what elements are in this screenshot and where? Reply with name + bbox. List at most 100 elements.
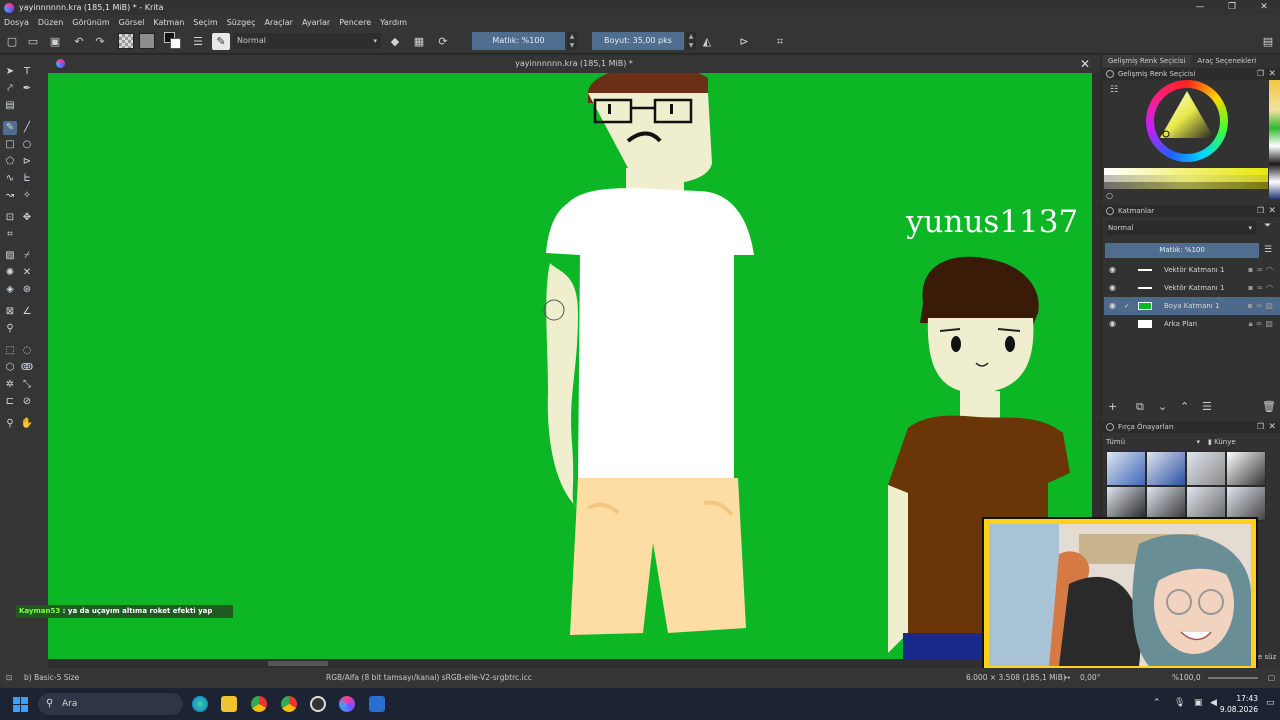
menu-image[interactable]: Görsel bbox=[119, 18, 145, 27]
size-slider[interactable]: Boyut: 35,00 pks ▲ ▼ bbox=[592, 32, 696, 50]
menu-file[interactable]: Dosya bbox=[4, 18, 29, 27]
menu-edit[interactable]: Düzen bbox=[38, 18, 63, 27]
transform-tool-icon[interactable]: ⊡ bbox=[3, 211, 17, 225]
move-up-icon[interactable]: ⌃ bbox=[1180, 400, 1189, 413]
layer-opacity-slider[interactable]: Matlık: %100 bbox=[1105, 243, 1259, 258]
refresh-colors-icon[interactable]: ○ bbox=[1106, 191, 1113, 200]
menu-window[interactable]: Pencere bbox=[339, 18, 371, 27]
start-button[interactable] bbox=[13, 697, 28, 712]
edge-icon[interactable] bbox=[192, 696, 208, 712]
color-ramp-dark[interactable] bbox=[1104, 182, 1268, 189]
layer-row-selected[interactable]: ◉ ✓ Boya Katmanı 1 ▪∞▨ bbox=[1104, 297, 1280, 315]
measure-tool-icon[interactable]: ∠ bbox=[20, 305, 34, 319]
color-picker-icon[interactable]: ⌿ bbox=[20, 249, 34, 263]
magnetic-tool-icon[interactable]: ✕ bbox=[20, 266, 34, 280]
brush-preset[interactable] bbox=[1106, 451, 1146, 486]
edit-shapes-icon[interactable]: ⤤ bbox=[3, 82, 17, 96]
polyline-tool-icon[interactable]: ⊳ bbox=[20, 155, 34, 169]
rectangle-tool-icon[interactable]: □ bbox=[3, 138, 17, 152]
eye-icon[interactable]: ◉ bbox=[1109, 315, 1116, 333]
mirror-horizontal-icon[interactable]: ◭ bbox=[700, 33, 714, 50]
rect-select-icon[interactable]: ⬚ bbox=[3, 344, 17, 358]
layer-state-icons[interactable]: ▪∞◠ bbox=[1248, 279, 1276, 297]
file-explorer-icon[interactable] bbox=[221, 696, 237, 712]
pattern-edit-icon[interactable]: ▤ bbox=[3, 99, 17, 113]
open-folder-icon[interactable]: ▭ bbox=[27, 33, 39, 50]
blend-mode-select[interactable]: Normal ▾ bbox=[233, 33, 381, 49]
eye-icon[interactable]: ◉ bbox=[1109, 261, 1116, 279]
close-window-button[interactable]: ✕ bbox=[1248, 0, 1280, 15]
ellipse-tool-icon[interactable]: ○ bbox=[20, 138, 34, 152]
close-panel-icon[interactable]: ✕ bbox=[1268, 421, 1276, 433]
tab-color-selector[interactable]: Gelişmiş Renk Seçicisi bbox=[1102, 55, 1192, 67]
brush-preset-icon[interactable]: ✎ bbox=[212, 33, 230, 50]
contiguous-select-icon[interactable]: ✲ bbox=[3, 378, 17, 392]
chrome-icon-2[interactable] bbox=[281, 696, 297, 712]
brush-preset[interactable] bbox=[1146, 451, 1186, 486]
status-zoom[interactable]: %100,0 bbox=[1172, 668, 1201, 688]
enclose-fill-icon[interactable]: ⊛ bbox=[20, 283, 34, 297]
maximize-button[interactable]: ❐ bbox=[1216, 0, 1248, 15]
wrap-around-icon[interactable]: ⌗ bbox=[772, 33, 788, 50]
save-icon[interactable]: ▣ bbox=[49, 33, 61, 50]
ellipse-select-icon[interactable]: ◌ bbox=[20, 344, 34, 358]
brush-preset[interactable] bbox=[1186, 451, 1226, 486]
brush-preset[interactable] bbox=[1226, 451, 1266, 486]
color-wheel[interactable] bbox=[1146, 80, 1228, 162]
mic-icon[interactable]: 🎙︎ bbox=[1174, 698, 1185, 708]
polygon-tool-icon[interactable]: ⬠ bbox=[3, 155, 17, 169]
pattern-swatch[interactable] bbox=[139, 33, 155, 49]
float-icon[interactable]: ❐ bbox=[1257, 68, 1264, 80]
menu-select[interactable]: Seçim bbox=[193, 18, 217, 27]
fill-tool-icon[interactable]: ◈ bbox=[3, 283, 17, 297]
layer-row[interactable]: ◉ Vektör Katmanı 1 ▪∞◠ bbox=[1104, 261, 1280, 279]
layer-row[interactable]: ◉ Arka Plan 🔒︎∞▨ bbox=[1104, 315, 1280, 333]
assistant-tool-icon[interactable]: ⊠ bbox=[3, 305, 17, 319]
obs-icon[interactable] bbox=[310, 696, 326, 712]
menu-settings[interactable]: Ayarlar bbox=[302, 18, 330, 27]
delete-layer-icon[interactable]: 🗑︎ bbox=[1262, 400, 1276, 413]
lock-icon[interactable]: 🔒︎∞▨ bbox=[1249, 315, 1276, 333]
color-ramp-mid[interactable] bbox=[1104, 175, 1268, 182]
check-icon[interactable]: ✓ bbox=[1124, 297, 1130, 315]
layer-row[interactable]: ◉ Vektör Katmanı 1 ▪∞◠ bbox=[1104, 279, 1280, 297]
menu-help[interactable]: Yardım bbox=[380, 18, 407, 27]
krita-taskbar-icon[interactable] bbox=[339, 696, 355, 712]
menu-layer[interactable]: Katman bbox=[153, 18, 184, 27]
tab-tool-options[interactable]: Araç Seçenekleri bbox=[1191, 55, 1262, 67]
dynamic-brush-icon[interactable]: ↝ bbox=[3, 189, 17, 203]
minimize-button[interactable]: — bbox=[1184, 0, 1216, 15]
eye-icon[interactable]: ◉ bbox=[1109, 297, 1116, 315]
redo-icon[interactable]: ↷ bbox=[94, 33, 106, 50]
freehand-select-icon[interactable]: ↂ bbox=[20, 361, 34, 375]
menu-view[interactable]: Görünüm bbox=[72, 18, 109, 27]
fg-bg-color-selector[interactable] bbox=[164, 32, 182, 50]
size-spin[interactable]: ▲ ▼ bbox=[686, 32, 696, 50]
app-icon[interactable] bbox=[369, 696, 385, 712]
close-document-icon[interactable]: ✕ bbox=[1080, 55, 1090, 73]
eye-icon[interactable]: ◉ bbox=[1109, 279, 1116, 297]
duplicate-layer-icon[interactable]: ⧉ bbox=[1136, 400, 1144, 414]
reload-preset-icon[interactable]: ⟳ bbox=[436, 33, 450, 50]
brush-preset[interactable] bbox=[1106, 486, 1146, 521]
mirror-vertical-icon[interactable]: ⊳ bbox=[736, 33, 752, 50]
layer-properties-icon[interactable]: ☰ bbox=[1202, 400, 1212, 413]
taskbar-search[interactable]: ⚲ Ara bbox=[38, 693, 183, 715]
document-tab[interactable]: yayinnnnnn.kra (185,1 MiB) * ✕ bbox=[48, 55, 1100, 73]
reference-tool-icon[interactable]: ⚲ bbox=[3, 322, 17, 336]
color-ramp-light[interactable] bbox=[1104, 168, 1268, 175]
brush-preset[interactable] bbox=[1226, 486, 1266, 521]
layer-state-icons[interactable]: ▪∞◠ bbox=[1248, 261, 1276, 279]
eraser-icon[interactable]: ◆ bbox=[388, 33, 402, 50]
text-tool-icon[interactable]: T bbox=[20, 65, 34, 79]
similar-select-icon[interactable]: ⤡ bbox=[20, 378, 34, 392]
brush-preset[interactable] bbox=[1186, 486, 1226, 521]
move-down-icon[interactable]: ⌄ bbox=[1158, 400, 1167, 413]
close-panel-icon[interactable]: ✕ bbox=[1268, 205, 1276, 217]
color-history-bar[interactable] bbox=[1269, 80, 1280, 200]
brush-filter-select[interactable]: Tümü ▾ bbox=[1106, 436, 1202, 448]
alpha-lock-icon[interactable]: ▦ bbox=[412, 33, 426, 50]
crop-tool-icon[interactable]: ⌗ bbox=[3, 228, 17, 242]
new-document-icon[interactable]: ▢ bbox=[6, 33, 18, 50]
line-tool-icon[interactable]: ╱ bbox=[20, 121, 34, 135]
